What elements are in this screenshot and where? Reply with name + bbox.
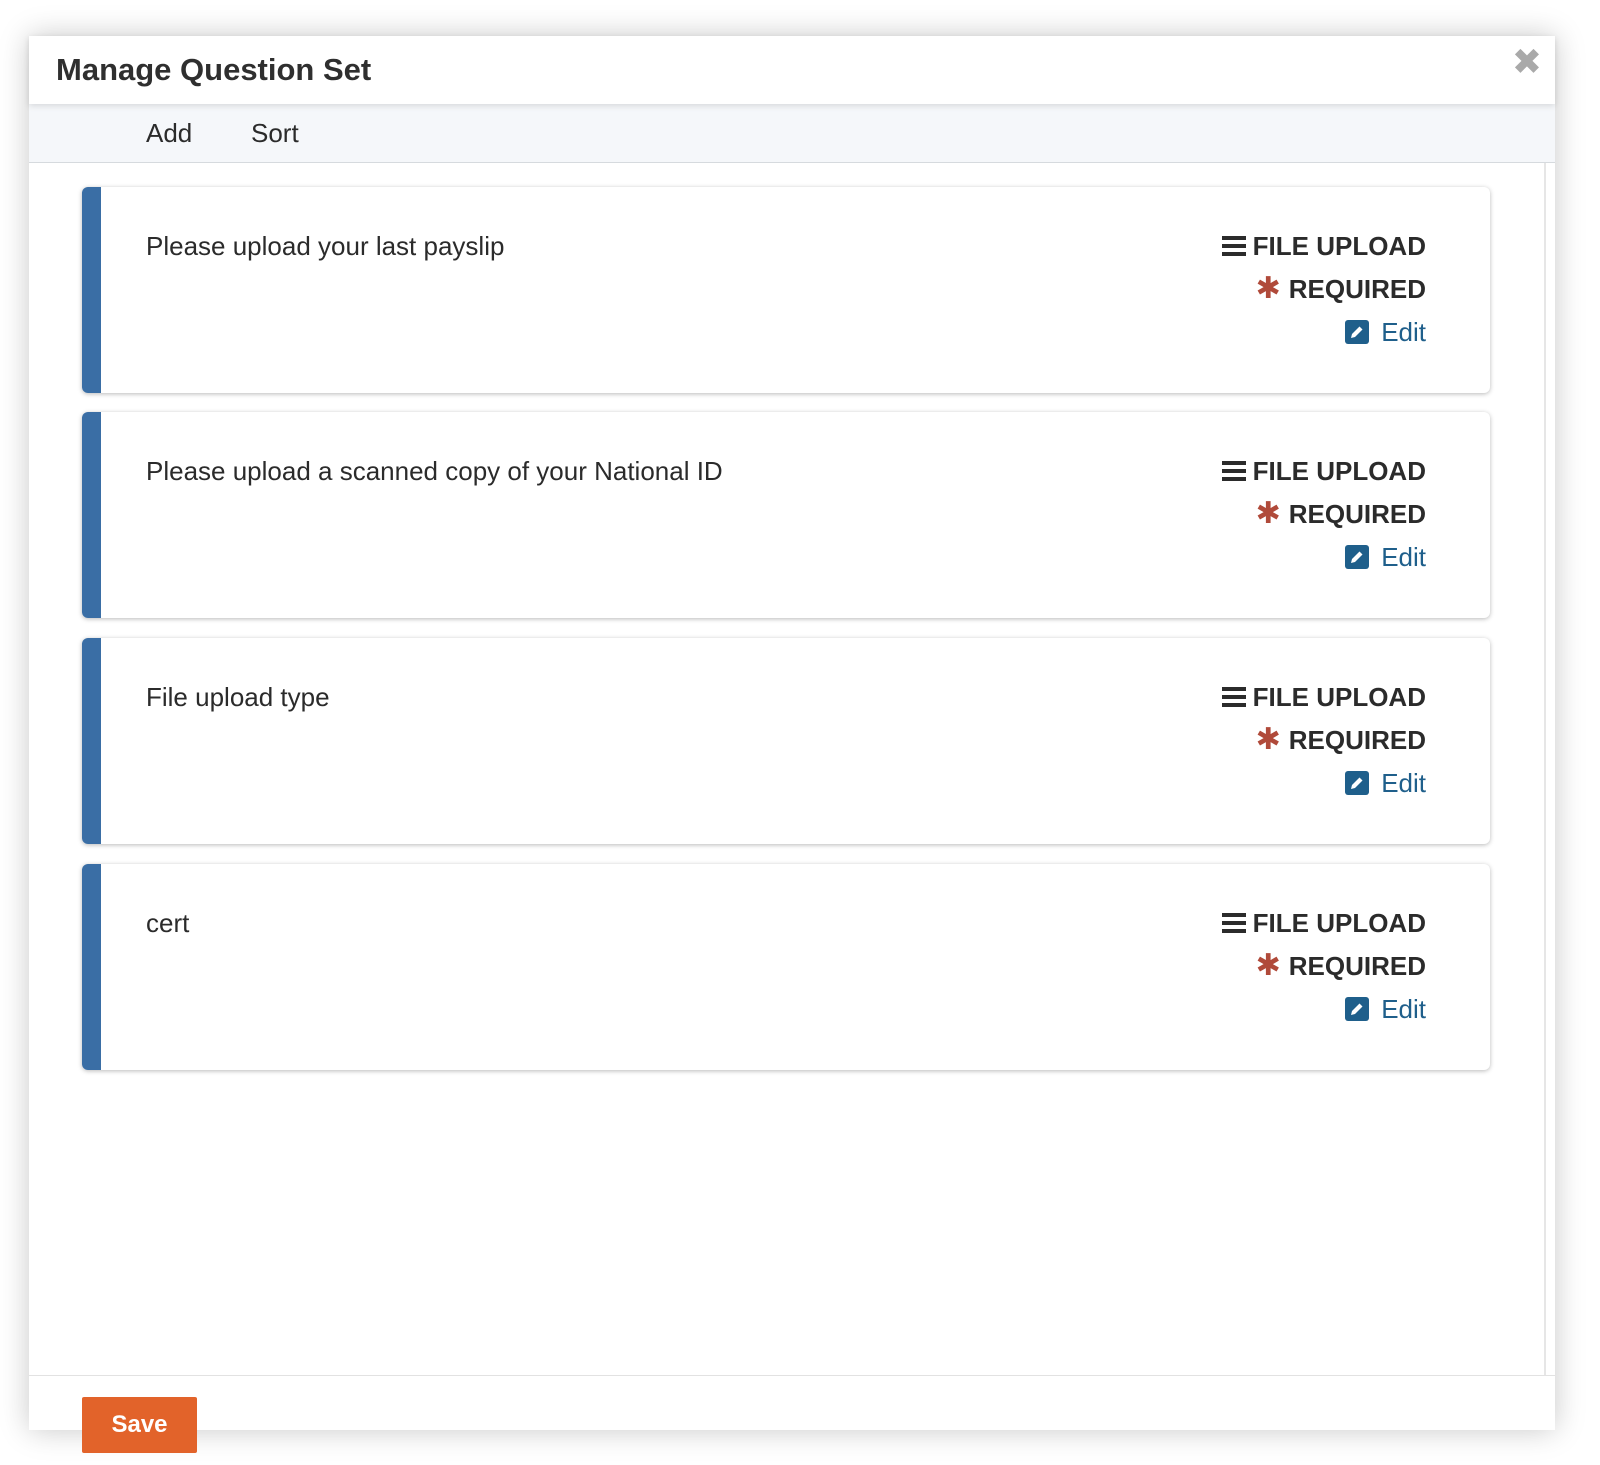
toolbar: Add Sort	[29, 104, 1555, 163]
asterisk-icon: ✱	[1255, 723, 1281, 756]
question-meta: FILE UPLOAD ✱ REQUIRED Edit	[1221, 680, 1426, 809]
question-text: Please upload a scanned copy of your Nat…	[146, 456, 723, 486]
edit-icon	[1345, 545, 1370, 569]
card-accent-bar	[82, 864, 101, 1070]
list-icon	[1221, 236, 1246, 256]
required-badge: ✱ REQUIRED	[1222, 272, 1426, 306]
required-badge: ✱ REQUIRED	[1222, 949, 1426, 983]
edit-icon	[1345, 320, 1370, 344]
edit-link[interactable]: Edit	[1222, 540, 1426, 574]
sort-button[interactable]: Sort	[251, 116, 299, 150]
manage-question-set-modal: Manage Question Set ✖ Add Sort Please up…	[29, 36, 1555, 1453]
modal-footer: Save	[29, 1375, 1555, 1453]
edit-label: Edit	[1381, 541, 1426, 572]
close-icon[interactable]: ✖	[1511, 44, 1543, 80]
required-label: REQUIRED	[1288, 724, 1426, 755]
question-type: FILE UPLOAD	[1221, 906, 1426, 940]
required-label: REQUIRED	[1288, 498, 1426, 529]
card-accent-bar	[82, 638, 101, 844]
list-icon	[1221, 461, 1246, 481]
question-type: FILE UPLOAD	[1221, 229, 1426, 263]
edit-label: Edit	[1381, 316, 1426, 347]
question-card: Please upload your last payslip FILE UPL…	[82, 187, 1490, 393]
edit-icon	[1345, 997, 1370, 1021]
add-button[interactable]: Add	[146, 116, 192, 150]
question-type-label: FILE UPLOAD	[1252, 455, 1426, 486]
modal-title: Manage Question Set	[56, 52, 372, 87]
question-list: Please upload your last payslip FILE UPL…	[29, 163, 1555, 1375]
edit-link[interactable]: Edit	[1222, 992, 1426, 1026]
required-badge: ✱ REQUIRED	[1222, 497, 1426, 531]
question-meta: FILE UPLOAD ✱ REQUIRED Edit	[1221, 906, 1426, 1035]
question-type-label: FILE UPLOAD	[1252, 907, 1426, 938]
asterisk-icon: ✱	[1255, 497, 1281, 530]
modal-header: Manage Question Set ✖	[29, 36, 1555, 104]
question-type-label: FILE UPLOAD	[1252, 681, 1426, 712]
edit-label: Edit	[1381, 767, 1426, 798]
question-type-label: FILE UPLOAD	[1252, 230, 1426, 261]
required-label: REQUIRED	[1288, 950, 1426, 981]
question-text: cert	[146, 908, 190, 938]
edit-link[interactable]: Edit	[1222, 766, 1426, 800]
question-type: FILE UPLOAD	[1221, 454, 1426, 488]
asterisk-icon: ✱	[1255, 949, 1281, 982]
question-card: cert FILE UPLOAD ✱ REQUIRED Edit	[82, 864, 1490, 1070]
asterisk-icon: ✱	[1255, 272, 1281, 305]
question-meta: FILE UPLOAD ✱ REQUIRED Edit	[1221, 454, 1426, 583]
required-label: REQUIRED	[1288, 273, 1426, 304]
question-card: File upload type FILE UPLOAD ✱ REQUIRED …	[82, 638, 1490, 844]
list-icon	[1221, 687, 1246, 707]
card-accent-bar	[82, 187, 101, 393]
question-type: FILE UPLOAD	[1221, 680, 1426, 714]
edit-label: Edit	[1381, 993, 1426, 1024]
edit-icon	[1345, 771, 1370, 795]
list-icon	[1221, 913, 1246, 933]
scrollbar[interactable]	[1544, 163, 1546, 1375]
question-text: File upload type	[146, 682, 330, 712]
required-badge: ✱ REQUIRED	[1222, 723, 1426, 757]
card-accent-bar	[82, 412, 101, 618]
question-meta: FILE UPLOAD ✱ REQUIRED Edit	[1221, 229, 1426, 358]
save-button[interactable]: Save	[82, 1397, 197, 1453]
edit-link[interactable]: Edit	[1222, 315, 1426, 349]
question-card: Please upload a scanned copy of your Nat…	[82, 412, 1490, 618]
question-text: Please upload your last payslip	[146, 231, 505, 261]
